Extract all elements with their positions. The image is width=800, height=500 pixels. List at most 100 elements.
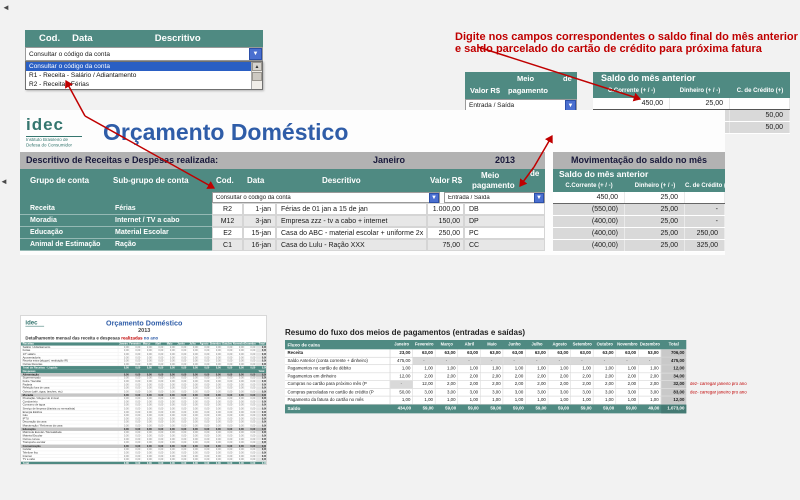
cell-descritivo[interactable]: Empresa zzz - tv a cabo + internet	[276, 215, 427, 227]
saldo-cell[interactable]: 25,00	[625, 216, 685, 227]
main-meio-dropdown[interactable]: Entrada / Saída ▼	[444, 192, 545, 203]
idec-logo: idec Instituto Brasileiro de Defesa do C…	[26, 115, 96, 152]
cell-valor[interactable]: 75,00	[427, 239, 464, 251]
cell-valor[interactable]: 150,00	[427, 215, 464, 227]
main-cod-dropdown-value: Consultar o código da conta	[213, 195, 429, 201]
main-cod-dropdown-arrow-icon[interactable]: ▼	[429, 193, 439, 203]
saldo-col-header: Dinheiro (+ / -)	[625, 180, 685, 192]
cell-grupo[interactable]: Moradia	[20, 215, 110, 227]
main-meio-dropdown-arrow-icon[interactable]: ▼	[534, 193, 544, 203]
main-saldo-rows: 450,0025,00(550,00)25,00-(400,00)25,00-(…	[553, 192, 725, 252]
scroll-up-icon[interactable]: ▲	[252, 62, 262, 71]
cod-dropdown[interactable]: Consultar o código da conta ▼	[25, 47, 263, 61]
saldo-cell[interactable]: 50,00	[730, 110, 790, 121]
cell-meio[interactable]: CC	[464, 239, 545, 251]
resumo-cell: -	[548, 357, 571, 364]
cell-data[interactable]: 15-jan	[243, 227, 276, 239]
col-subgrupo: Sub-grupo de conta	[113, 176, 189, 185]
cell-cod[interactable]: M12	[212, 215, 243, 227]
cell-valor[interactable]: 1.000,00	[427, 203, 464, 215]
header-bar-month: Janeiro	[373, 152, 405, 169]
cell-subgrupo[interactable]: Férias	[110, 203, 212, 215]
saldo-cell[interactable]: -	[685, 216, 725, 227]
resumo-cell: 1,00	[458, 365, 481, 372]
cell-grupo[interactable]: Educação	[20, 227, 110, 239]
cell-meio[interactable]: DP	[464, 215, 545, 227]
saldo-cell[interactable]	[685, 192, 725, 203]
cell-subgrupo[interactable]: Internet / TV a cabo	[110, 215, 212, 227]
resumo-cell: 3,00	[593, 389, 616, 396]
cell-meio[interactable]: DB	[464, 203, 545, 215]
dropdown-option[interactable]: R1 - Receita - Salário / Adiantamento	[26, 71, 251, 80]
cell-data[interactable]: 16-jan	[243, 239, 276, 251]
resumo-cell: 2,00	[548, 373, 571, 380]
saldo-cell[interactable]: 450,00	[593, 98, 670, 109]
resumo-row-label: Compras parceladas no cartão de crédito …	[285, 389, 390, 396]
main-cod-dropdown[interactable]: Consultar o código da conta ▼	[212, 192, 440, 203]
resumo-cell: 53,00	[639, 349, 662, 356]
saldo-cell[interactable]: 325,00	[685, 240, 725, 251]
cell-grupo[interactable]: Animal de Estimação	[20, 239, 110, 251]
resumo-cell: 1,00	[548, 396, 571, 403]
meio-dropdown-value: Entrada / Saída	[466, 102, 565, 109]
saldo-cell[interactable]: 25,00	[670, 98, 730, 109]
cell-cod[interactable]: E2	[212, 227, 243, 239]
saldo-cell[interactable]	[730, 98, 790, 109]
saldo-row: (400,00)25,00325,00	[553, 240, 725, 252]
saldo-cell[interactable]: (400,00)	[553, 240, 625, 251]
resumo-cell: 3,00	[435, 389, 458, 396]
cell-descritivo[interactable]: Casa do Lulu - Ração XXX	[276, 239, 427, 251]
cod-list-scrollbar[interactable]: ▲	[251, 62, 262, 89]
saldo-cell[interactable]: (400,00)	[553, 216, 625, 227]
resumo-col-total: Total	[661, 340, 686, 349]
resumo-cell: 2,00	[435, 381, 458, 388]
resumo-footer-cell: 59,00	[526, 404, 549, 413]
saldo-cell[interactable]: 25,00	[625, 240, 685, 251]
cell-grupo[interactable]: Receita	[20, 203, 110, 215]
saldo-cell[interactable]: 25,00	[625, 228, 685, 239]
resumo-col-fluxo: Fluxo de caixa	[285, 340, 390, 349]
saldo-cell[interactable]: -	[685, 204, 725, 215]
cell-subgrupo[interactable]: Ração	[110, 239, 212, 251]
cell-cod[interactable]: C1	[212, 239, 243, 251]
saldo-cell[interactable]: (550,00)	[553, 204, 625, 215]
scroll-thumb[interactable]	[252, 72, 262, 81]
resumo-cell-total: 12,00	[661, 365, 686, 372]
resumo-cell: 50,00	[390, 389, 413, 396]
saldo-cell[interactable]: (400,00)	[553, 228, 625, 239]
resumo-footer-cell: 59,00	[571, 404, 594, 413]
resumo-cell: 1,00	[616, 365, 639, 372]
cell-data[interactable]: 1-jan	[243, 203, 276, 215]
resumo-cell: 2,00	[616, 373, 639, 380]
resumo-cell: -	[390, 381, 413, 388]
cod-snippet-header: Cod. Data Descritivo	[25, 30, 263, 47]
resumo-footer-cell: 59,00	[435, 404, 458, 413]
cell-data[interactable]: 3-jan	[243, 215, 276, 227]
main-saldo-title: Saldo do mês anterior	[553, 169, 725, 180]
resumo-row: Receita23,0063,0063,0063,0063,0063,0063,…	[285, 349, 686, 357]
resumo-col-month: Fevereiro	[413, 340, 436, 349]
cell-subgrupo[interactable]: Material Escolar	[110, 227, 212, 239]
resumo-cell-total: 12,00	[661, 396, 686, 403]
resumo-row: Compras no cartão para próximo mês (P-12…	[285, 381, 686, 389]
cell-cod[interactable]: R2	[212, 203, 243, 215]
saldo-cell[interactable]: 250,00	[685, 228, 725, 239]
resumo-cell: 63,00	[571, 349, 594, 356]
resumo-footer-row: Saldo434,0059,0059,0059,0059,0059,0059,0…	[285, 404, 686, 413]
cell-valor[interactable]: 250,00	[427, 227, 464, 239]
cell-meio[interactable]: PC	[464, 227, 545, 239]
cell-descritivo[interactable]: Férias de 01 jan a 15 de jan	[276, 203, 427, 215]
saldo-cell[interactable]: 450,00	[553, 192, 625, 203]
col-data: Data	[247, 176, 264, 185]
dropdown-option[interactable]: Consultar o código da conta	[26, 62, 251, 71]
resumo-cell: 3,00	[639, 389, 662, 396]
saldo-cell[interactable]: 25,00	[625, 204, 685, 215]
dropdown-option[interactable]: R2 - Receita - Férias	[26, 80, 251, 89]
resumo-cell: 1,00	[616, 396, 639, 403]
saldo-cell[interactable]: 25,00	[625, 192, 685, 203]
cod-dropdown-arrow-icon[interactable]: ▼	[249, 48, 262, 60]
saldo-cell[interactable]: 50,00	[730, 122, 790, 133]
cell-descritivo[interactable]: Casa do ABC - material escolar + uniform…	[276, 227, 427, 239]
resumo-cell: -	[639, 357, 662, 364]
mini-cell: 0,00	[118, 462, 130, 465]
